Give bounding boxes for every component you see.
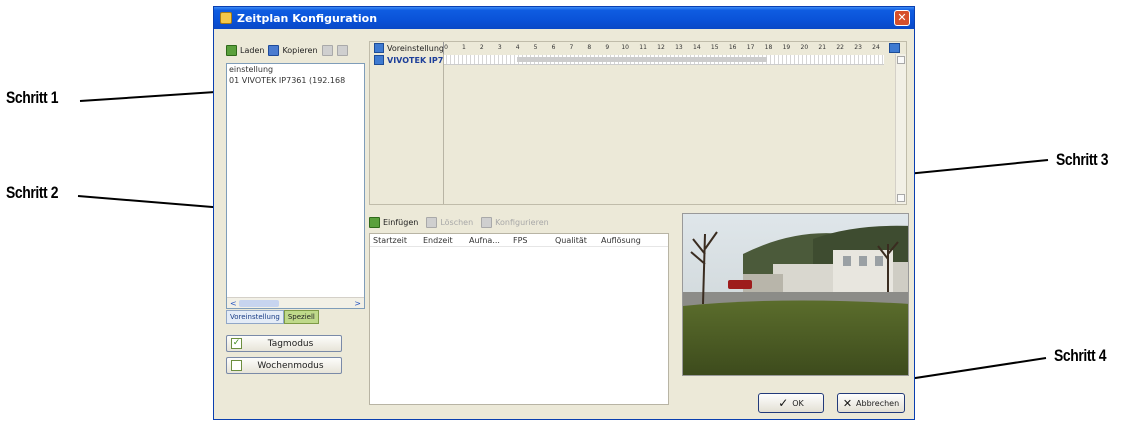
callout-step3: Schritt 3 (1056, 150, 1109, 169)
hour-tick-label: 1 (461, 44, 466, 51)
week-mode-checkbox[interactable] (231, 360, 242, 371)
hour-tick-label: 10 (621, 44, 629, 51)
delete-icon (426, 217, 438, 228)
table-header: Startzeit Endzeit Aufna... FPS Qualität … (370, 234, 668, 247)
app-icon (220, 12, 232, 24)
tab-voreinstellung[interactable]: Voreinstellung (226, 310, 284, 324)
camera-name: VIVOTEK IP7 (387, 55, 444, 65)
hour-tick-label: 3 (497, 44, 502, 51)
callout-step1: Schritt 1 (6, 88, 59, 107)
camera-icon (374, 55, 384, 65)
hour-tick-label: 15 (710, 44, 719, 51)
configure-button[interactable]: Konfigurieren (481, 217, 549, 228)
schedule-config-window: Zeitplan Konfiguration ✕ Laden Kopieren … (213, 6, 915, 420)
delete-button[interactable]: Löschen (426, 217, 473, 228)
hour-tick-label: 14 (693, 44, 701, 51)
copy-button[interactable]: Kopieren (268, 44, 318, 56)
load-label: Laden (240, 45, 265, 55)
column-header[interactable]: Aufna... (466, 236, 510, 245)
calendar-icon[interactable] (889, 43, 900, 53)
schedule-list-toolbar: Laden Kopieren (226, 41, 348, 59)
day-mode-button[interactable]: ✓ Tagmodus (226, 335, 342, 352)
configure-label: Konfigurieren (495, 218, 549, 227)
ok-label: OK (792, 398, 804, 408)
copy-label: Kopieren (282, 45, 318, 55)
column-header[interactable]: Qualität (552, 236, 598, 245)
hour-tick-label: 24 (872, 44, 880, 51)
column-header[interactable]: Endzeit (420, 236, 466, 245)
camera-preview-image (683, 214, 908, 375)
timeline-divider (443, 54, 444, 204)
callout-step4: Schritt 4 (1054, 346, 1107, 365)
hour-tick-label: 8 (587, 44, 592, 51)
recording-toolbar: Einfügen Löschen Konfigurieren (369, 217, 549, 228)
move-down-icon[interactable] (336, 44, 348, 56)
load-icon (226, 44, 237, 56)
recording-table[interactable]: Startzeit Endzeit Aufna... FPS Qualität … (369, 233, 669, 405)
delete-label: Löschen (440, 218, 474, 227)
schedule-list[interactable]: einstellung 01 VIVOTEK IP7361 (192.168 <… (226, 63, 365, 309)
schedule-bar[interactable] (443, 55, 884, 65)
copy-icon (268, 44, 280, 56)
load-button[interactable]: Laden (226, 44, 265, 56)
list-item[interactable]: einstellung (227, 64, 364, 75)
scheduled-range[interactable] (517, 57, 767, 62)
day-mode-checkbox[interactable]: ✓ (231, 338, 242, 349)
hour-tick-label: 6 (551, 44, 556, 51)
hour-tick-label: 18 (764, 44, 773, 51)
cancel-label: Abbrechen (856, 398, 900, 408)
hour-tick-label: 5 (533, 44, 538, 51)
hour-tick-label: 13 (675, 44, 683, 51)
hour-tick-label: 2 (479, 44, 484, 51)
list-tabs: Voreinstellung Speziell (226, 310, 319, 324)
scroll-up-icon[interactable] (897, 56, 905, 64)
insert-button[interactable]: Einfügen (369, 217, 418, 228)
scroll-right-icon[interactable]: > (354, 299, 361, 308)
scroll-down-icon[interactable] (897, 194, 905, 202)
week-mode-label: Wochenmodus (257, 360, 324, 371)
hour-tick-label: 17 (746, 44, 755, 51)
camera-preview (682, 213, 909, 376)
hour-tick-label: 21 (818, 44, 827, 51)
move-up-icon[interactable] (321, 44, 333, 56)
scroll-left-icon[interactable]: < (230, 299, 237, 308)
hour-tick-label: 23 (854, 44, 862, 51)
ok-button[interactable]: ✓ OK (758, 393, 824, 413)
callout-step2: Schritt 2 (6, 183, 59, 202)
check-icon: ✓ (778, 396, 789, 410)
hour-tick-label: 4 (515, 44, 520, 51)
scroll-thumb[interactable] (239, 300, 279, 307)
hour-tick-label: 16 (728, 44, 737, 51)
column-header[interactable]: Startzeit (370, 236, 420, 245)
hour-tick-label: 12 (657, 44, 665, 51)
insert-label: Einfügen (383, 218, 419, 227)
title-bar[interactable]: Zeitplan Konfiguration ✕ (214, 7, 914, 29)
schedule-timeline[interactable]: Voreinstellung 0 1 2 3 4 5 6 7 8 9 10 11 12 13 14 15 16 1… (369, 41, 907, 205)
day-mode-label: Tagmodus (267, 338, 314, 349)
column-header[interactable]: FPS (510, 236, 552, 245)
tab-speziell[interactable]: Speziell (283, 310, 319, 324)
hour-tick-label: 0 (444, 44, 448, 51)
configure-icon (481, 217, 493, 228)
hour-ruler: 0 1 2 3 4 5 6 7 8 9 10 11 12 13 14 15 16 17 18 19 20 21 22 23 24 (443, 42, 884, 54)
hour-tick-label: 7 (569, 44, 574, 51)
insert-icon (369, 217, 380, 228)
hour-tick-label: 19 (782, 44, 791, 51)
hour-tick-label: 22 (836, 44, 844, 51)
grid-icon (374, 43, 384, 53)
close-button[interactable]: ✕ (894, 10, 910, 26)
cancel-button[interactable]: ✕ Abbrechen (837, 393, 905, 413)
cancel-x-icon: ✕ (842, 396, 853, 410)
vertical-scrollbar[interactable] (895, 54, 906, 204)
hour-tick-label: 9 (605, 44, 610, 51)
column-header[interactable]: Auflösung (598, 236, 658, 245)
week-mode-button[interactable]: Wochenmodus (226, 357, 342, 374)
hour-tick-label: 11 (639, 44, 647, 51)
window-title: Zeitplan Konfiguration (237, 11, 378, 25)
list-item[interactable]: 01 VIVOTEK IP7361 (192.168 (227, 75, 364, 86)
horizontal-scrollbar[interactable]: < > (227, 297, 364, 308)
hour-tick-label: 20 (800, 44, 809, 51)
